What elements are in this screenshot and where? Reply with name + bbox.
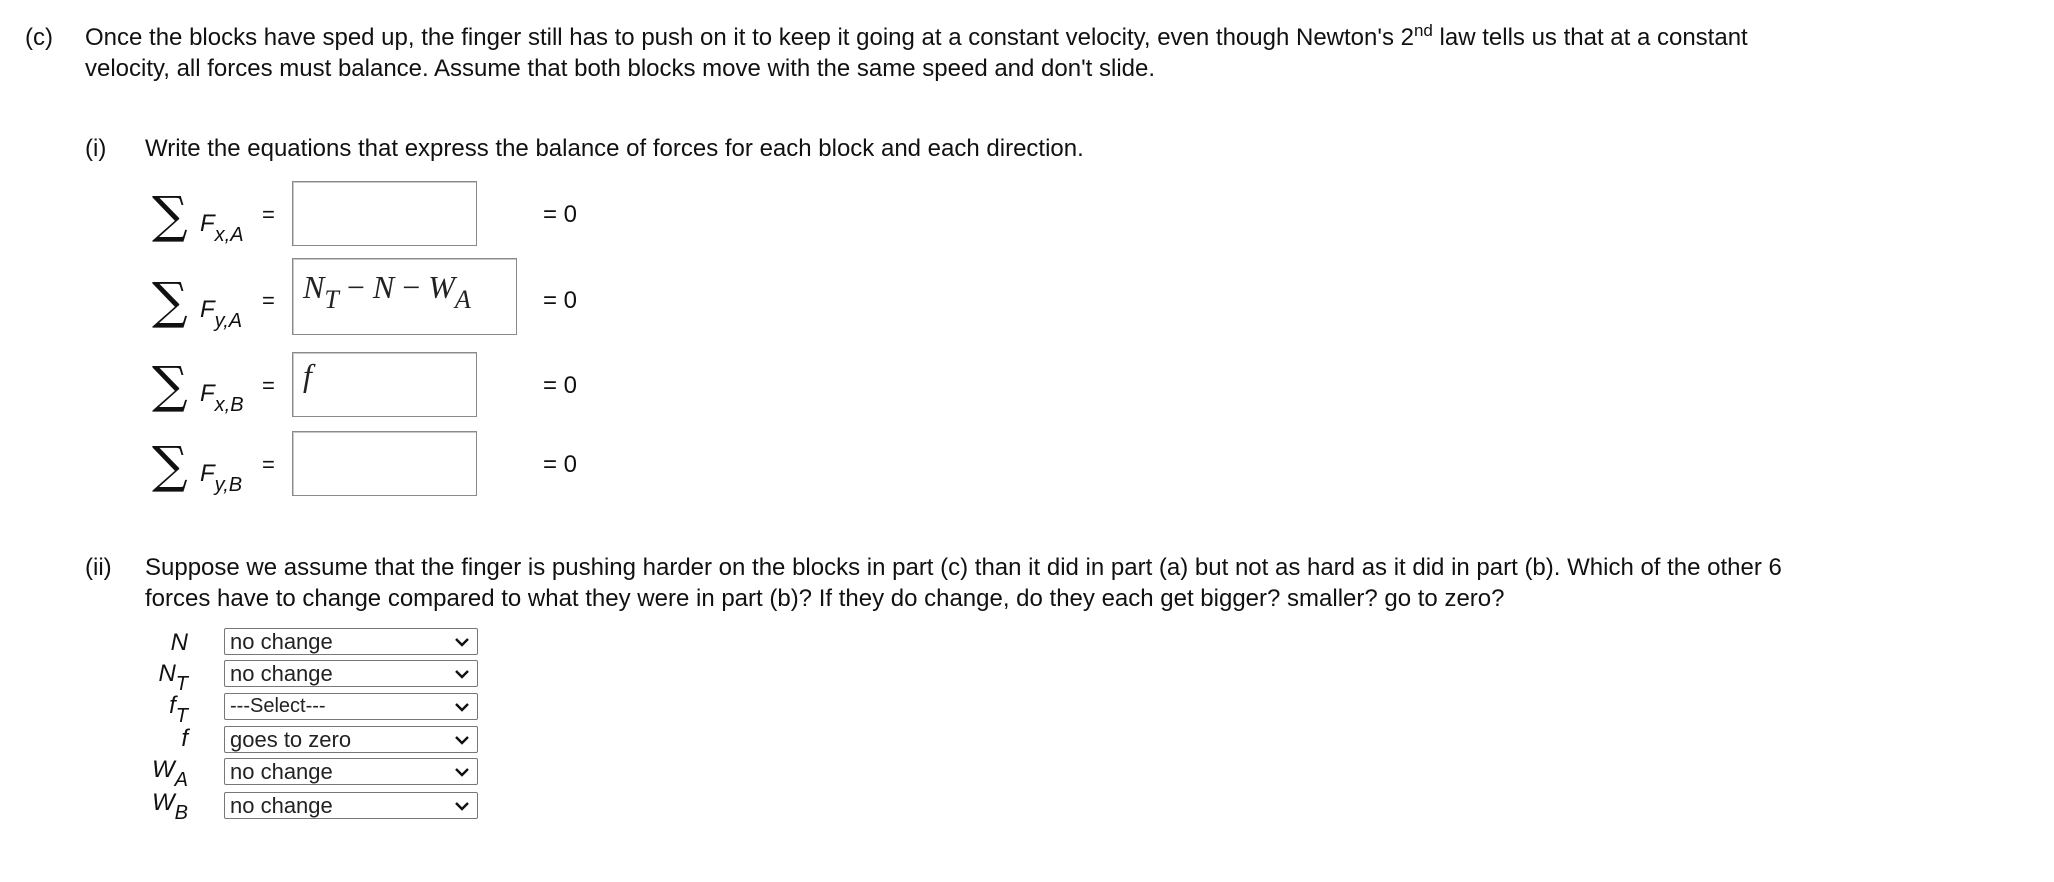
part-c-superscript: nd [1413,21,1433,40]
force-name-nt: NT [158,660,188,696]
select-value: no change [230,661,333,686]
force-select-wb[interactable]: no change [224,792,478,819]
force-label-fx-a: Fx,A [200,210,244,247]
force-name-n: N [170,629,188,656]
force-select-wa[interactable]: no change [224,758,478,785]
sigma-symbol: ∑ [152,186,188,244]
force-subscript: y,B [214,474,243,496]
part-c-text-line1-tail: law tells us that at a constant [1432,24,1748,51]
answer-subscript-t: T [324,285,339,314]
sigma-symbol: ∑ [152,436,188,494]
equals-sign: = [262,452,275,477]
force-subscript: x,A [214,224,244,246]
force-name-ft: fT [169,692,188,728]
chevron-down-icon [455,703,469,712]
part-ii-text-line1: Suppose we assume that the finger is pus… [145,554,1782,581]
part-ii-text-line2: forces have to change compared to what t… [145,585,1505,612]
equals-sign: = [262,373,275,398]
force-letter: F [200,380,215,407]
part-c-label: (c) [25,24,53,51]
answer-field-fy-a[interactable]: NT − N − WA [292,258,517,335]
equals-sign: = [262,288,275,313]
chevron-down-icon [455,736,469,745]
minus-sign: − [394,269,429,305]
chevron-down-icon [455,638,469,647]
select-value: no change [230,793,333,818]
select-value: no change [230,629,333,654]
select-value: no change [230,759,333,784]
equals-zero: = 0 [543,201,578,228]
answer-n: N [303,269,325,305]
force-select-nt[interactable]: no change [224,660,478,687]
force-name-wa: WA [152,756,188,792]
force-label-fx-b: Fx,B [200,380,244,417]
part-c-text-line2: velocity, all forces must balance. Assum… [85,55,1156,82]
equals-zero: = 0 [543,287,578,314]
equals-zero: = 0 [543,372,578,399]
force-letter: F [200,210,215,237]
equals-sign: = [262,202,275,227]
part-c-question: Once the blocks have sped up, the finger… [85,22,2025,84]
force-subscript: x,B [214,394,244,416]
force-letter: F [200,296,215,323]
answer-n2: N [372,269,395,305]
answer-field-fx-b[interactable]: f [292,352,477,417]
force-select-f[interactable]: goes to zero [224,726,478,753]
answer-f: f [303,357,312,393]
sigma-symbol: ∑ [152,272,188,330]
force-select-ft[interactable]: ---Select--- [224,693,478,720]
force-name-wb: WB [152,789,188,825]
answer-subscript-a: A [454,285,471,314]
force-letter: F [200,460,215,487]
part-ii-question: Suppose we assume that the finger is pus… [145,552,2025,614]
equals-zero: = 0 [543,451,578,478]
force-label-fy-b: Fy,B [200,460,242,497]
part-c-text-line1: Once the blocks have sped up, the finger… [85,24,1414,51]
sigma-symbol: ∑ [152,356,188,414]
chevron-down-icon [455,768,469,777]
chevron-down-icon [455,670,469,679]
force-label-fy-a: Fy,A [200,296,242,333]
force-select-n[interactable]: no change [224,628,478,655]
chevron-down-icon [455,802,469,811]
part-i-question: Write the equations that express the bal… [145,135,1084,162]
minus-sign: − [338,269,373,305]
select-value: goes to zero [230,727,352,752]
answer-field-fy-b[interactable] [292,431,477,496]
part-ii-label: (ii) [85,554,112,581]
force-name-f: f [181,725,188,752]
answer-w: W [428,269,455,305]
force-subscript: y,A [214,310,243,332]
select-value: ---Select--- [230,695,326,717]
part-i-label: (i) [85,135,107,162]
answer-field-fx-a[interactable] [292,181,477,246]
